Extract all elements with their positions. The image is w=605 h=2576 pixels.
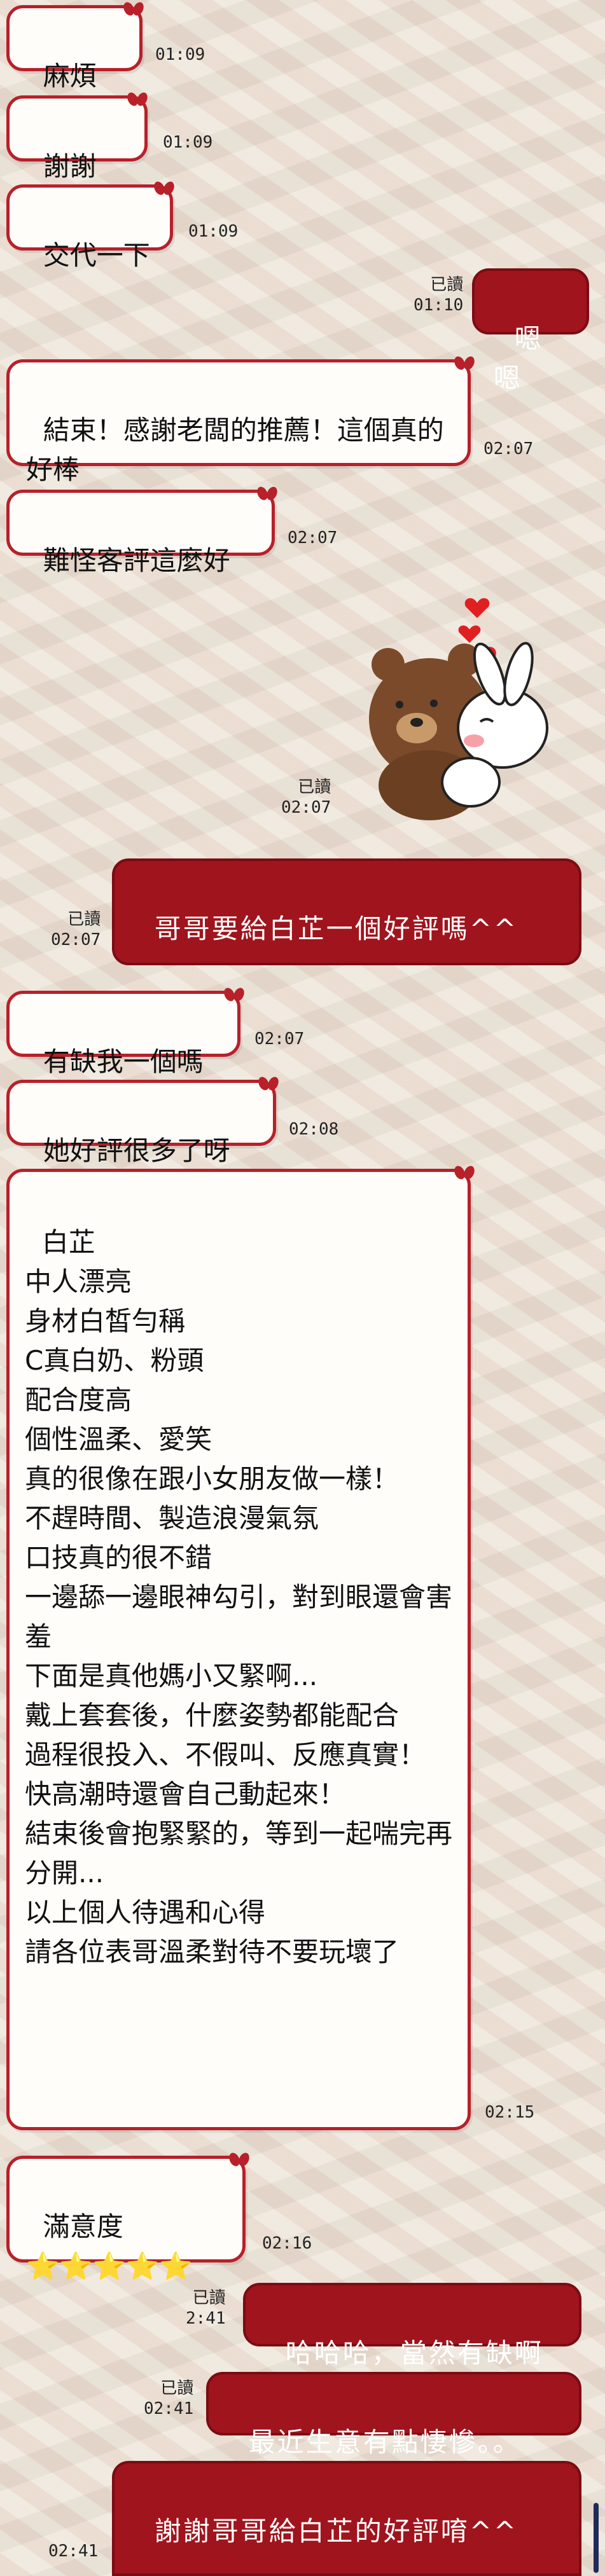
message-text: 謝謝哥哥給白芷的好評唷^^: [154, 2516, 518, 2547]
message-text: 她好評很多了呀: [43, 1135, 230, 1166]
message-text: 最近生意有點悽慘。。: [248, 2427, 522, 2458]
message-text: 難怪客評這麼好: [43, 545, 230, 576]
message-time: 02:15: [485, 2103, 535, 2122]
message-time: 02:07: [254, 1030, 305, 1049]
scrollbar[interactable]: [594, 2503, 599, 2573]
message-text: 有缺我一個嗎: [43, 1046, 204, 1077]
message-read-time: 已讀 02:07: [51, 909, 101, 950]
message-read-time: 已讀 2:41: [186, 2288, 226, 2329]
message-bubble-outgoing[interactable]: 嗯嗯: [472, 268, 589, 394]
message-time: 2:41: [186, 2309, 226, 2328]
message-time: 02:07: [51, 930, 101, 949]
read-receipt: 已讀: [430, 275, 464, 294]
message-bubble-outgoing[interactable]: 哈哈哈，當然有缺啊: [243, 2283, 581, 2369]
message-text: 嗯嗯: [494, 323, 543, 394]
message-read-time: 已讀 01:10: [414, 275, 463, 315]
message-text: 結束！感謝老闆的推薦！這個真的好棒: [26, 415, 444, 485]
bow-icon: [225, 988, 244, 1002]
message-text: 滿意度 ⭐⭐⭐⭐⭐: [26, 2211, 193, 2282]
bow-icon: [455, 356, 474, 370]
message-bubble-incoming[interactable]: 白芷 中人漂亮 身材白皙勻稱 C真白奶、粉頭 配合度高 個性溫柔、愛笑 真的很像…: [6, 1169, 471, 2130]
message-time: 01:09: [188, 222, 239, 241]
bow-icon: [230, 2152, 249, 2166]
message-bubble-incoming[interactable]: 結束！感謝老闆的推薦！這個真的好棒: [6, 356, 474, 485]
message-text: 哥哥要給白芷一個好評嗎^^: [154, 913, 518, 944]
message-time: 01:09: [155, 45, 205, 64]
message-bubble-incoming[interactable]: 她好評很多了呀: [6, 1077, 278, 1166]
message-read-time: 已讀 02:41: [144, 2378, 193, 2419]
message-time: 02:16: [262, 2234, 312, 2253]
message-text: 白芷 中人漂亮 身材白皙勻稱 C真白奶、粉頭 配合度高 個性溫柔、愛笑 真的很像…: [25, 1227, 453, 1967]
message-bubble-outgoing[interactable]: 最近生意有點悽慘。。: [206, 2372, 581, 2458]
message-text: 交代一下: [43, 240, 150, 271]
bear-bunny-icon: [369, 598, 548, 820]
bow-icon: [155, 181, 174, 195]
message-time: 01:09: [163, 133, 213, 152]
read-receipt: 已讀: [298, 778, 331, 797]
read-receipt: 已讀: [67, 910, 101, 929]
bow-icon: [455, 1166, 474, 1180]
message-time: 02:07: [483, 439, 534, 458]
bear-hug-bunny-sticker[interactable]: [363, 591, 573, 827]
message-bubble-incoming[interactable]: 難怪客評這麼好: [6, 490, 275, 576]
message-time: 01:10: [414, 296, 464, 315]
message-read-time: 已讀 02:07: [281, 777, 331, 818]
message-time: 02:41: [144, 2399, 194, 2418]
read-receipt: 已讀: [192, 2289, 226, 2308]
message-time: 02:41: [48, 2542, 99, 2561]
read-receipt: 已讀: [160, 2379, 194, 2398]
message-bubble-incoming[interactable]: 麻煩你: [6, 2, 143, 131]
message-time: 02:08: [289, 1120, 339, 1139]
message-bubble-outgoing[interactable]: 哥哥要給白芷一個好評嗎^^: [112, 858, 581, 965]
message-bubble-incoming[interactable]: 有缺我一個嗎: [6, 991, 240, 1077]
message-bubble-incoming[interactable]: 謝謝🙏: [6, 92, 148, 221]
bow-icon: [128, 92, 147, 106]
message-text: 哈哈哈，當然有缺啊: [285, 2338, 543, 2369]
message-time: 02:07: [281, 798, 331, 817]
bow-icon: [258, 486, 277, 500]
message-bubble-incoming[interactable]: 交代一下: [6, 181, 174, 271]
message-bubble-outgoing[interactable]: 謝謝哥哥給白芷的好評唷^^: [112, 2461, 581, 2576]
bow-icon: [259, 1077, 278, 1091]
bow-icon: [124, 2, 143, 16]
message-time: 02:07: [288, 528, 338, 548]
message-bubble-incoming[interactable]: 滿意度 ⭐⭐⭐⭐⭐: [6, 2156, 246, 2282]
